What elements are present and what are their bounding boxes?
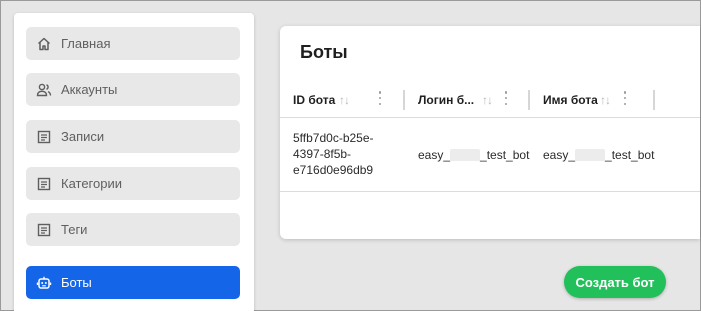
sort-icon[interactable]: ↑↓ [600, 93, 611, 107]
column-resize-handle[interactable] [528, 90, 530, 110]
sidebar-item-accounts[interactable]: Аккаунты [26, 73, 240, 106]
column-menu-icon[interactable] [623, 91, 627, 105]
column-header-name[interactable]: Имя бота [543, 82, 598, 118]
column-menu-icon[interactable] [378, 91, 382, 105]
column-resize-handle[interactable] [653, 90, 655, 110]
page-title: Боты [300, 42, 348, 62]
sidebar-item-label: Теги [61, 222, 88, 237]
column-header-id[interactable]: ID бота [293, 82, 335, 118]
sidebar-item-tags[interactable]: Теги [26, 213, 240, 246]
sidebar: Главная Аккаунты Записи Категории Теги Б… [14, 13, 254, 311]
document-icon [36, 176, 52, 192]
sidebar-item-label: Категории [61, 176, 122, 191]
sidebar-item-categories[interactable]: Категории [26, 167, 240, 200]
document-icon [36, 129, 52, 145]
sidebar-item-label: Главная [61, 36, 111, 51]
sidebar-item-home[interactable]: Главная [26, 27, 240, 60]
bots-card: Боты ID бота ↑↓ Логин б... ↑↓ Имя бота ↑… [280, 26, 700, 239]
table-header: ID бота ↑↓ Логин б... ↑↓ Имя бота ↑↓ [280, 82, 700, 118]
create-bot-button[interactable]: Создать бот [564, 266, 666, 298]
home-icon [36, 36, 52, 52]
cell-bot-login: easy_ _test_bot [418, 148, 530, 162]
sidebar-item-label: Боты [61, 275, 92, 290]
table-row[interactable]: 5ffb7d0c-b25e- 4397-8f5b- e716d0e96db9 e… [280, 118, 700, 192]
users-icon [36, 82, 52, 98]
column-header-login[interactable]: Логин б... [418, 82, 474, 118]
sidebar-item-label: Записи [61, 129, 105, 144]
cell-bot-name: easy_ _test_bot [543, 148, 655, 162]
sidebar-item-posts[interactable]: Записи [26, 120, 240, 153]
robot-icon [36, 275, 52, 291]
sidebar-item-label: Аккаунты [61, 82, 118, 97]
sidebar-item-bots[interactable]: Боты [26, 266, 240, 299]
cell-bot-id: 5ffb7d0c-b25e- 4397-8f5b- e716d0e96db9 [293, 131, 374, 177]
sort-icon[interactable]: ↑↓ [482, 93, 493, 107]
column-resize-handle[interactable] [403, 90, 405, 110]
document-icon [36, 222, 52, 238]
redacted-text [450, 149, 481, 161]
column-menu-icon[interactable] [504, 91, 508, 105]
redacted-text [575, 149, 606, 161]
sort-icon[interactable]: ↑↓ [339, 93, 350, 107]
